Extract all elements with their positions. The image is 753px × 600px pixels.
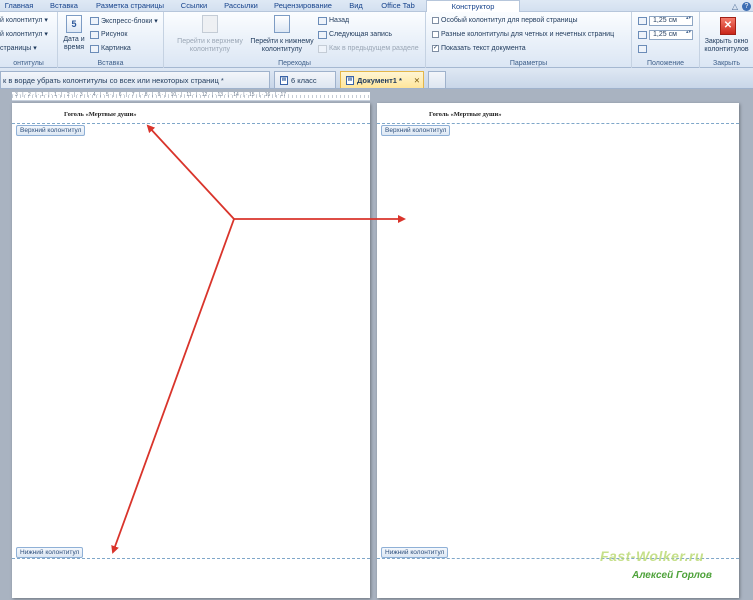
goto-footer-button[interactable]: Перейти к нижнему колонтитулу	[244, 38, 320, 54]
doc-tab-2[interactable]: W6 класс	[274, 71, 336, 88]
picture-button[interactable]: Рисунок	[90, 29, 127, 40]
word-doc-icon: W	[280, 75, 288, 85]
footer-position-input[interactable]: 1,25 см	[649, 29, 693, 40]
header-position-input[interactable]: 1,25 см	[649, 15, 693, 26]
page-2[interactable]: Гоголь «Мертвые души» Верхний колонтитул…	[377, 103, 739, 598]
minimize-ribbon-icon[interactable]: △	[732, 2, 738, 11]
group-options: Особый колонтитул для первой страницы Ра…	[426, 12, 632, 68]
header-dropdown[interactable]: й колонтитул ▾	[0, 14, 48, 25]
footer-position-icon	[638, 30, 647, 39]
link-icon	[318, 44, 327, 53]
close-icon[interactable]: ✕	[720, 17, 736, 35]
watermark-author: Алексей Горлов	[632, 570, 712, 581]
header-separator	[12, 123, 370, 124]
tab-review[interactable]: Рецензирование	[270, 0, 336, 12]
ribbon-panel: й колонтитул ▾ й колонтитул ▾ страницы ▾…	[0, 12, 753, 68]
goto-footer-icon	[274, 15, 290, 33]
group-label-close: Закрыть	[713, 60, 740, 67]
document-workspace: Гоголь «Мертвые души» Верхний колонтитул…	[0, 89, 753, 600]
checkbox-odd-even[interactable]	[432, 31, 439, 38]
footer-separator	[12, 558, 370, 559]
insert-tab-button[interactable]	[638, 43, 647, 54]
tab-home[interactable]: Главная	[2, 0, 36, 12]
footer-tag: Нижний колонтитул	[16, 547, 84, 558]
clipart-icon	[90, 44, 99, 53]
link-to-previous-button[interactable]: Как в предыдущем разделе	[318, 43, 419, 54]
align-tab-icon	[638, 44, 647, 53]
header-separator	[377, 123, 739, 124]
group-position: 1,25 см 1,25 см Положение	[632, 12, 700, 68]
watermark-site: Fast-Wolker.ru	[600, 548, 704, 564]
header-position-icon	[638, 16, 647, 25]
ribbon-tab-bar: Главная Вставка Разметка страницы Ссылки…	[0, 0, 753, 13]
footer-tag: Нижний колонтитул	[381, 547, 449, 558]
doc-tab-1[interactable]: к в ворде убрать колонтитулы со всех или…	[0, 71, 270, 88]
group-label-options: Параметры	[509, 60, 548, 67]
doc-tab-3[interactable]: W Документ1 * ✕	[340, 71, 424, 88]
different-first-page-checkbox[interactable]: Особый колонтитул для первой страницы	[432, 15, 578, 26]
show-document-text-checkbox[interactable]: ✓ Показать текст документа	[432, 43, 526, 54]
header-text[interactable]: Гоголь «Мертвые души»	[429, 111, 502, 118]
goto-header-button[interactable]: Перейти к верхнему колонтитулу	[168, 38, 252, 54]
tab-mailings[interactable]: Рассылки	[220, 0, 262, 12]
header-tag: Верхний колонтитул	[16, 125, 86, 136]
close-header-footer-button[interactable]: Закрыть окно колонтитулов	[700, 38, 753, 54]
window-help-area: △ ?	[732, 0, 751, 12]
tab-office-tab[interactable]: Office Tab	[376, 0, 420, 12]
group-header-footer: й колонтитул ▾ й колонтитул ▾ страницы ▾…	[0, 12, 58, 68]
group-label-insert: Вставка	[97, 60, 124, 67]
quick-parts-button[interactable]: Экспресс-блоки ▾	[90, 15, 158, 26]
previous-icon	[318, 16, 327, 25]
tab-insert[interactable]: Вставка	[44, 0, 84, 12]
quick-parts-icon	[90, 16, 99, 25]
footer-position-row: 1,25 см	[638, 29, 693, 40]
header-tag: Верхний колонтитул	[381, 125, 451, 136]
new-tab-button[interactable]	[428, 71, 446, 88]
group-navigation: Перейти к верхнему колонтитулу Перейти к …	[164, 12, 426, 68]
checkbox-show-text[interactable]: ✓	[432, 45, 439, 52]
calendar-icon[interactable]: 5	[66, 15, 82, 33]
goto-header-icon	[202, 15, 218, 33]
tab-view[interactable]: Вид	[344, 0, 368, 12]
clipart-button[interactable]: Картинка	[90, 43, 131, 54]
word-doc-icon: W	[346, 75, 354, 85]
group-insert: 5 Дата и время Экспресс-блоки ▾ Рисунок К…	[58, 12, 164, 68]
footer-dropdown[interactable]: й колонтитул ▾	[0, 28, 48, 39]
group-close: ✕ Закрыть окно колонтитулов Закрыть	[700, 12, 753, 68]
page-1[interactable]: Гоголь «Мертвые души» Верхний колонтитул…	[12, 103, 370, 598]
close-tab-icon[interactable]: ✕	[414, 73, 420, 88]
document-tab-bar: к в ворде убрать колонтитулы со всех или…	[0, 68, 753, 89]
checkbox-first-page[interactable]	[432, 17, 439, 24]
header-text[interactable]: Гоголь «Мертвые души»	[64, 111, 137, 118]
header-position-row: 1,25 см	[638, 15, 693, 26]
horizontal-ruler[interactable]: · 3 · | · 2 · | · 1 · | · 1 · | · 2 · | …	[12, 92, 370, 101]
picture-icon	[90, 30, 99, 39]
group-label-header-footer: онтитулы	[13, 60, 44, 67]
page-number-dropdown[interactable]: страницы ▾	[0, 42, 37, 53]
group-label-position: Положение	[647, 60, 684, 67]
next-button[interactable]: Следующая запись	[318, 29, 392, 40]
help-icon[interactable]: ?	[742, 1, 751, 11]
date-time-button[interactable]: Дата и время	[60, 36, 88, 52]
previous-button[interactable]: Назад	[318, 15, 349, 26]
tab-page-layout[interactable]: Разметка страницы	[92, 0, 168, 12]
next-icon	[318, 30, 327, 39]
different-odd-even-checkbox[interactable]: Разные колонтитулы для четных и нечетных…	[432, 29, 614, 40]
group-label-navigation: Переходы	[278, 60, 311, 67]
tab-references[interactable]: Ссылки	[176, 0, 212, 12]
